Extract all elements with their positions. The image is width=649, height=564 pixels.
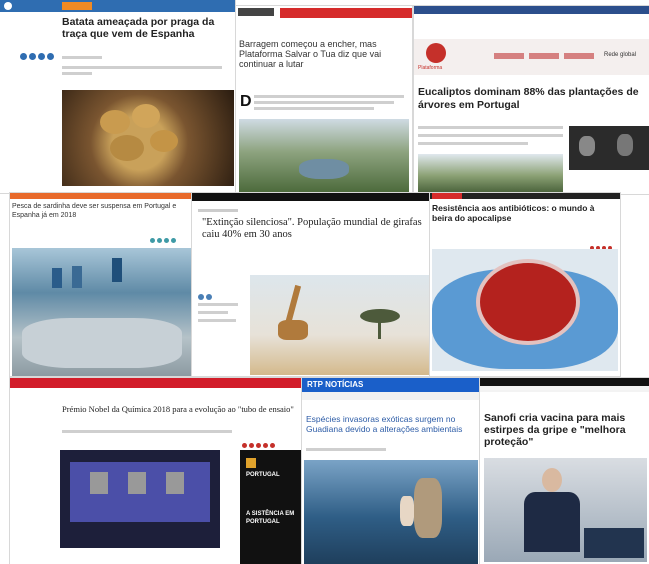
article-tile-sanofi[interactable]: Sanofi cria vacina para mais estirpes da… [480, 378, 649, 564]
article-tile-girafas[interactable]: "Extinção silenciosa". População mundial… [192, 193, 430, 376]
water-area [299, 159, 349, 179]
nav-strip [198, 209, 238, 212]
fisherman-icon [72, 266, 82, 288]
brand-label[interactable]: RTP NOTÍCIAS [307, 380, 363, 389]
nav-strip [480, 386, 649, 392]
brand-logo[interactable] [432, 193, 462, 199]
potato-icon [132, 104, 160, 128]
article-title[interactable]: Eucaliptos dominam 88% das plantações de… [418, 86, 644, 112]
nav-badge[interactable] [62, 2, 92, 10]
header-bar [480, 378, 649, 386]
article-image[interactable] [418, 154, 563, 194]
article-tile-antibioticos[interactable]: Resistência aos antibióticos: o mundo à … [430, 193, 620, 376]
share-icons[interactable] [150, 230, 178, 248]
plataforma-logo[interactable] [426, 43, 446, 63]
article-tile-batata[interactable]: Batata ameaçada por praga da traça que v… [0, 0, 235, 193]
article-title[interactable]: Resistência aos antibióticos: o mundo à … [432, 203, 612, 223]
article-title[interactable]: Espécies invasoras exóticas surgem no Gu… [306, 414, 478, 434]
article-title[interactable]: Batata ameaçada por praga da traça que v… [62, 16, 222, 40]
header-bar [414, 6, 649, 14]
article-title[interactable]: Pesca de sardinha deve ser suspensa em P… [12, 202, 182, 220]
person-figure [400, 496, 414, 526]
advert-panel[interactable]: PORTUGAL A SISTÊNCIA EM PORTUGAL [240, 450, 304, 564]
plataforma-label: Plataforma [418, 65, 443, 71]
speaker-body [524, 492, 580, 552]
promo-item[interactable] [494, 53, 524, 59]
article-tile-nobel[interactable]: Prémio Nobel da Química 2018 para a evol… [10, 378, 304, 564]
advert-line-1: PORTUGAL [246, 472, 280, 478]
fisherman-icon [52, 268, 62, 288]
header-bar [192, 193, 430, 201]
article-image[interactable] [304, 460, 478, 564]
article-title[interactable]: Barragem começou a encher, mas Plataform… [239, 39, 404, 69]
article-tile-sardinha[interactable]: Pesca de sardinha deve ser suspensa em P… [10, 193, 192, 376]
article-image[interactable] [60, 450, 220, 548]
fish-pile [22, 318, 182, 368]
header-bar [10, 193, 192, 199]
nav-bar[interactable] [280, 8, 412, 18]
giraffe-body [278, 320, 308, 340]
person-figure [414, 478, 442, 538]
share-icons[interactable] [20, 47, 56, 65]
petri-dish-icon [480, 263, 576, 341]
brand-logo[interactable] [4, 2, 12, 10]
promo-right-label[interactable]: Rede global [604, 52, 636, 58]
article-image[interactable] [12, 248, 192, 376]
article-image[interactable] [484, 458, 647, 562]
advert-logo [246, 458, 256, 468]
podium [584, 528, 644, 558]
article-tile-barragem[interactable]: Barragem começou a encher, mas Plataform… [236, 6, 412, 194]
laureate-photo [90, 472, 108, 494]
article-image[interactable] [432, 249, 618, 371]
sidebar-photo[interactable] [569, 126, 649, 170]
potato-icon [110, 135, 144, 161]
sub-nav [302, 392, 480, 400]
acacia-trunk [378, 321, 381, 339]
header-bar [10, 378, 304, 388]
article-image[interactable] [239, 119, 409, 192]
header-bar [0, 0, 235, 12]
article-tile-rtp[interactable]: RTP NOTÍCIAS Espécies invasoras exóticas… [302, 378, 480, 564]
article-image[interactable] [62, 90, 234, 186]
promo-item[interactable] [564, 53, 594, 59]
fisherman-icon [112, 258, 122, 282]
laureate-photo [128, 472, 146, 494]
potato-icon [150, 130, 178, 152]
article-tile-eucaliptos[interactable]: Plataforma Rede global Eucaliptos domina… [414, 6, 649, 194]
promo-item[interactable] [529, 53, 559, 59]
advert-line-2: A SISTÊNCIA EM PORTUGAL [246, 511, 295, 525]
laureate-photo [166, 472, 184, 494]
article-title[interactable]: Sanofi cria vacina para mais estirpes da… [484, 412, 644, 448]
article-image[interactable] [250, 275, 430, 375]
potato-icon [100, 110, 130, 134]
speaker-head [542, 468, 562, 492]
article-title[interactable]: "Extinção silenciosa". População mundial… [202, 217, 424, 241]
brand-logo[interactable] [238, 8, 274, 16]
dropcap-letter: D [240, 93, 252, 110]
article-title[interactable]: Prémio Nobel da Química 2018 para a evol… [62, 404, 304, 414]
